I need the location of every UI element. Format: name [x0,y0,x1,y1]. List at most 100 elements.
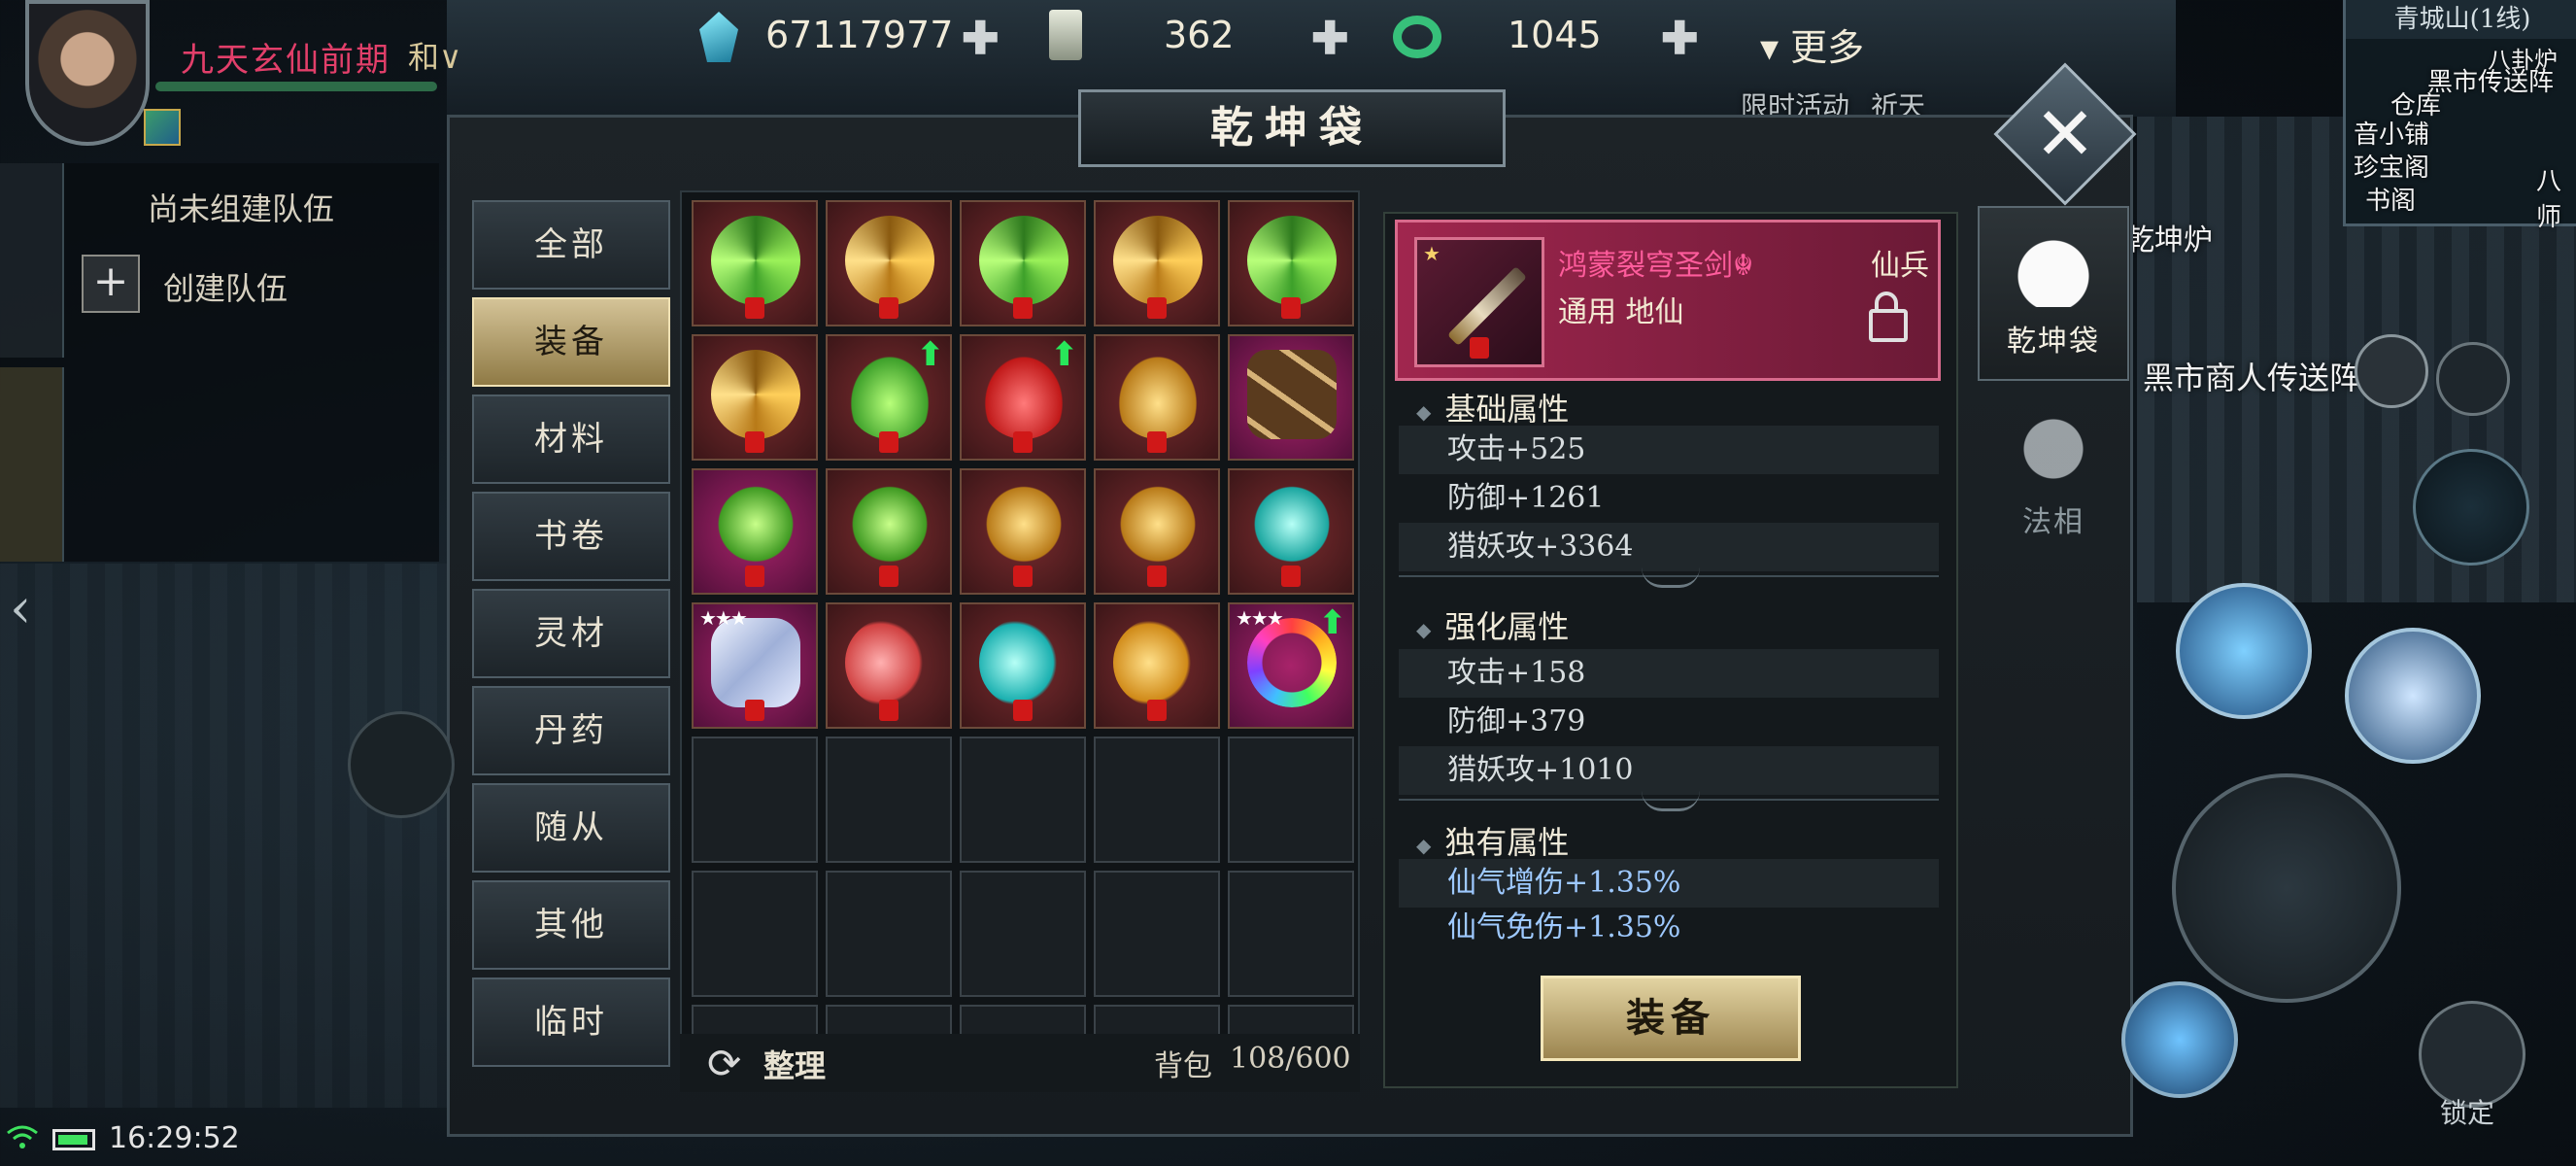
inventory-slot-item[interactable] [1094,468,1220,595]
attack-button[interactable] [2172,773,2401,1003]
player-avatar[interactable] [25,0,150,146]
bag-icon [2015,229,2092,307]
category-tab-temporary[interactable]: 临时 [472,977,670,1067]
side-tab-team[interactable] [0,367,64,562]
inventory-slot-empty[interactable] [1228,737,1354,863]
stat-row: 仙气增伤+1.35% [1399,859,1939,908]
skill-1-icon[interactable] [2176,583,2312,719]
stat-row: 防御+1261 [1447,481,1605,515]
gold-mask-icon [979,484,1068,573]
create-team-label[interactable]: 创建队伍 [163,264,288,309]
yinyang-icon[interactable] [2413,449,2529,566]
gold-flame-icon [1113,350,1203,439]
star-rating: ★★★ [1236,606,1284,630]
bound-mark-icon [879,566,898,587]
item-name: 鸿蒙裂穹圣剑☬ [1558,241,1753,284]
inventory-slot-item[interactable] [960,200,1086,326]
inventory-slot-empty[interactable] [960,737,1086,863]
minimap[interactable]: 青城山(1线) 八卦炉 黑市传送阵 仓库 音小铺 珍宝阁 书阁 八师 [2343,0,2576,232]
inventory-slot-item[interactable] [1094,602,1220,729]
inventory-slot-item[interactable] [960,602,1086,729]
bound-mark-icon [1281,297,1301,319]
item-star-icon: ★ [1423,242,1441,265]
category-tab-pills[interactable]: 丹药 [472,686,670,775]
category-tab-equipment[interactable]: 装备 [472,297,670,387]
inventory-slot-item[interactable]: ⬆ [826,334,952,461]
inventory-slot-empty[interactable] [1228,871,1354,997]
inventory-slot-empty[interactable] [692,737,818,863]
star-rating: ★★★ [699,606,748,630]
inventory-slot-empty[interactable] [1094,737,1220,863]
inventory-slot-empty[interactable] [1094,871,1220,997]
skill-2-icon[interactable] [2345,628,2481,764]
bag-shortcut-icon[interactable] [2355,334,2428,408]
category-tab-all[interactable]: 全部 [472,200,670,290]
add-jade-icon[interactable]: ✚ [1661,16,1699,60]
inventory-slot-item[interactable] [1094,200,1220,326]
item-detail-icon: ★ [1414,237,1544,367]
category-tab-materials[interactable]: 材料 [472,394,670,484]
bound-mark-icon [1013,431,1033,453]
red-dragon-icon [845,618,934,707]
cyan-mask-icon [1247,484,1337,573]
skill-3-icon[interactable] [2121,981,2238,1098]
green-mask-icon [711,484,800,573]
inventory-slot-empty[interactable] [826,871,952,997]
inventory-slot-item[interactable] [960,468,1086,595]
more-button[interactable]: ▾ 更多 [1760,17,1864,71]
inventory-slot-item[interactable] [1228,468,1354,595]
tab-bag[interactable]: 乾坤袋 [1978,206,2129,381]
gold-swirl-icon [711,350,800,439]
team-empty-text: 尚未组建队伍 [148,190,335,227]
inventory-slot-item[interactable] [826,468,952,595]
equip-button[interactable]: 装备 [1541,976,1801,1061]
create-team-button[interactable]: + [82,255,140,313]
joystick[interactable] [348,711,455,818]
sort-button[interactable]: 整理 [763,1042,826,1086]
inventory-slot-empty[interactable] [960,871,1086,997]
category-tab-books[interactable]: 书卷 [472,492,670,581]
add-crystal-icon[interactable]: ✚ [962,16,1000,60]
category-tab-other[interactable]: 其他 [472,880,670,970]
stat-row: 攻击+158 [1399,649,1939,698]
close-icon[interactable]: ✕ [2030,84,2100,185]
inventory-slot-item[interactable] [692,200,818,326]
skill-slot-icon[interactable] [2436,342,2510,416]
tab-dharma[interactable]: 法相 [1978,389,2129,564]
bound-mark-icon [745,431,764,453]
add-talisman-icon[interactable]: ✚ [1311,16,1349,60]
inventory-slot-item[interactable] [1228,334,1354,461]
wifi-icon [7,1125,38,1149]
inventory-slot-empty[interactable] [826,737,952,863]
sort-icon[interactable]: ⟳ [707,1040,741,1087]
category-tab-followers[interactable]: 随从 [472,783,670,873]
inventory-slot-item[interactable]: ⬆ ★★★ [1228,602,1354,729]
buff-icon[interactable] [144,109,181,146]
jade-ring-icon [1393,16,1441,58]
minimap-label: 八师 [2536,167,2562,232]
bound-mark-icon [745,700,764,721]
bound-mark-icon [1147,566,1167,587]
sword-icon [1446,265,1528,347]
inventory-slot-item[interactable] [826,602,952,729]
collapse-arrow-icon[interactable]: ‹ [10,577,31,640]
item-name-text: 鸿蒙裂穹圣剑 [1558,249,1733,283]
inventory-slot-empty[interactable] [692,871,818,997]
unlock-icon[interactable] [1869,292,1908,342]
category-tab-spirit[interactable]: 灵材 [472,589,670,678]
bound-mark-icon [1147,431,1167,453]
section-title-enhance: 强化属性 [1416,602,1569,647]
inventory-slot-item[interactable]: ★★★ [692,602,818,729]
tab-dharma-label: 法相 [2022,505,2085,539]
gold-swirl-icon [845,216,934,305]
inventory-slot-item[interactable] [1228,200,1354,326]
inventory-slot-item[interactable] [692,334,818,461]
inventory-slot-item[interactable] [1094,334,1220,461]
inventory-slot-item[interactable] [826,200,952,326]
bound-mark-icon [879,700,898,721]
side-tab-quest[interactable] [0,163,64,358]
pk-mode[interactable]: 和∨ [408,33,461,78]
inventory-slot-item[interactable] [692,468,818,595]
inventory-slot-item[interactable]: ⬆ [960,334,1086,461]
helmet-icon [2015,410,2092,488]
